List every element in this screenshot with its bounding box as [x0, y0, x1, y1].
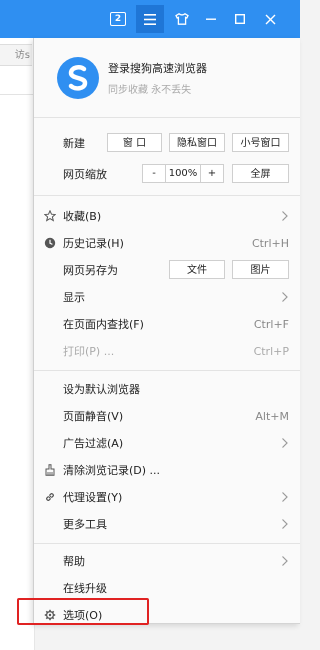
login-title[interactable]: 登录搜狗高速浏览器	[108, 60, 207, 76]
address-bar-fragment[interactable]: 访s	[0, 44, 32, 66]
find-label: 在页面内查找(F)	[63, 318, 144, 331]
tab-count-icon: 2	[110, 12, 126, 26]
divider	[34, 543, 300, 544]
zoom-out-button[interactable]: -	[143, 165, 166, 182]
history-label: 历史记录(H)	[63, 237, 124, 250]
menu-item-more-tools[interactable]: 更多工具	[34, 512, 300, 536]
menu-item-default-browser[interactable]: 设为默认浏览器	[34, 377, 300, 401]
mute-shortcut: Alt+M	[255, 409, 289, 423]
maximize-icon	[235, 14, 245, 24]
mute-label: 页面静音(V)	[63, 410, 124, 423]
menu-item-proxy[interactable]: 代理设置(Y)	[34, 485, 300, 509]
history-shortcut: Ctrl+H	[251, 236, 289, 250]
find-shortcut: Ctrl+F	[253, 317, 289, 331]
upgrade-label: 在线升级	[63, 582, 107, 595]
main-menu: 登录搜狗高速浏览器 同步收藏 永不丢失 新建 窗 口 隐私窗口 小号窗口 网页缩…	[33, 38, 300, 624]
login-subtitle: 同步收藏 永不丢失	[108, 85, 192, 96]
help-label: 帮助	[63, 555, 85, 568]
skin-icon	[175, 13, 189, 25]
zoom-control: - 100% +	[142, 164, 224, 183]
menu-item-clear-history[interactable]: 清除浏览记录(D) ...	[34, 458, 300, 482]
divider	[34, 117, 300, 118]
menu-item-save-as: 网页另存为 文件 图片	[34, 258, 300, 282]
divider	[34, 195, 300, 196]
menu-item-favorites[interactable]: 收藏(B)	[34, 204, 300, 228]
zoom-label: 网页缩放	[63, 168, 107, 181]
chevron-right-icon	[282, 556, 288, 566]
sogou-logo-icon	[57, 57, 99, 99]
close-button[interactable]	[256, 5, 284, 33]
menu-item-adblock[interactable]: 广告过滤(A)	[34, 431, 300, 455]
link-icon	[43, 490, 57, 504]
menu-item-find[interactable]: 在页面内查找(F) Ctrl+F	[34, 312, 300, 336]
chevron-right-icon	[282, 438, 288, 448]
close-icon	[265, 14, 275, 24]
minimize-icon	[206, 18, 216, 20]
title-bar: 2	[0, 0, 300, 38]
print-shortcut: Ctrl+P	[253, 344, 289, 358]
divider	[34, 370, 300, 371]
clock-icon	[43, 236, 57, 250]
favorites-label: 收藏(B)	[63, 210, 102, 223]
star-icon	[43, 209, 57, 223]
page-background	[0, 38, 35, 650]
maximize-button[interactable]	[226, 5, 254, 33]
user-login-area[interactable]: 登录搜狗高速浏览器 同步收藏 永不丢失	[34, 38, 300, 116]
menu-icon	[144, 13, 156, 25]
menu-item-print[interactable]: 打印(P) ... Ctrl+P	[34, 339, 300, 363]
chevron-right-icon	[282, 492, 288, 502]
zoom-row: 网页缩放 - 100% + 全屏	[34, 162, 300, 186]
skin-button[interactable]	[168, 5, 196, 33]
divider	[0, 94, 33, 95]
print-label: 打印(P) ...	[63, 345, 115, 358]
fullscreen-button[interactable]: 全屏	[232, 164, 289, 183]
new-private-window-button[interactable]: 隐私窗口	[169, 133, 225, 152]
save-as-label: 网页另存为	[63, 264, 118, 277]
new-window-button[interactable]: 窗 口	[107, 133, 162, 152]
zoom-in-button[interactable]: +	[201, 165, 223, 182]
proxy-label: 代理设置(Y)	[63, 491, 123, 504]
menu-item-upgrade[interactable]: 在线升级	[34, 576, 300, 600]
display-label: 显示	[63, 291, 85, 304]
chevron-right-icon	[282, 519, 288, 529]
save-as-image-button[interactable]: 图片	[232, 260, 289, 279]
new-mini-window-button[interactable]: 小号窗口	[232, 133, 289, 152]
save-as-file-button[interactable]: 文件	[169, 260, 225, 279]
menu-item-history[interactable]: 历史记录(H) Ctrl+H	[34, 231, 300, 255]
more-tools-label: 更多工具	[63, 518, 107, 531]
clear-history-label: 清除浏览记录(D) ...	[63, 464, 161, 477]
zoom-level: 100%	[166, 165, 201, 182]
new-label: 新建	[63, 137, 85, 150]
menu-button[interactable]	[136, 5, 164, 33]
minimize-button[interactable]	[197, 5, 225, 33]
adblock-label: 广告过滤(A)	[63, 437, 124, 450]
menu-item-help[interactable]: 帮助	[34, 549, 300, 573]
options-highlight-box	[17, 598, 149, 625]
new-row: 新建 窗 口 隐私窗口 小号窗口	[34, 131, 300, 155]
menu-item-mute[interactable]: 页面静音(V) Alt+M	[34, 404, 300, 428]
chevron-right-icon	[282, 211, 288, 221]
tab-count-button[interactable]: 2	[104, 5, 132, 33]
menu-item-display[interactable]: 显示	[34, 285, 300, 309]
default-browser-label: 设为默认浏览器	[63, 383, 140, 396]
chevron-right-icon	[282, 292, 288, 302]
broom-icon	[43, 463, 57, 477]
